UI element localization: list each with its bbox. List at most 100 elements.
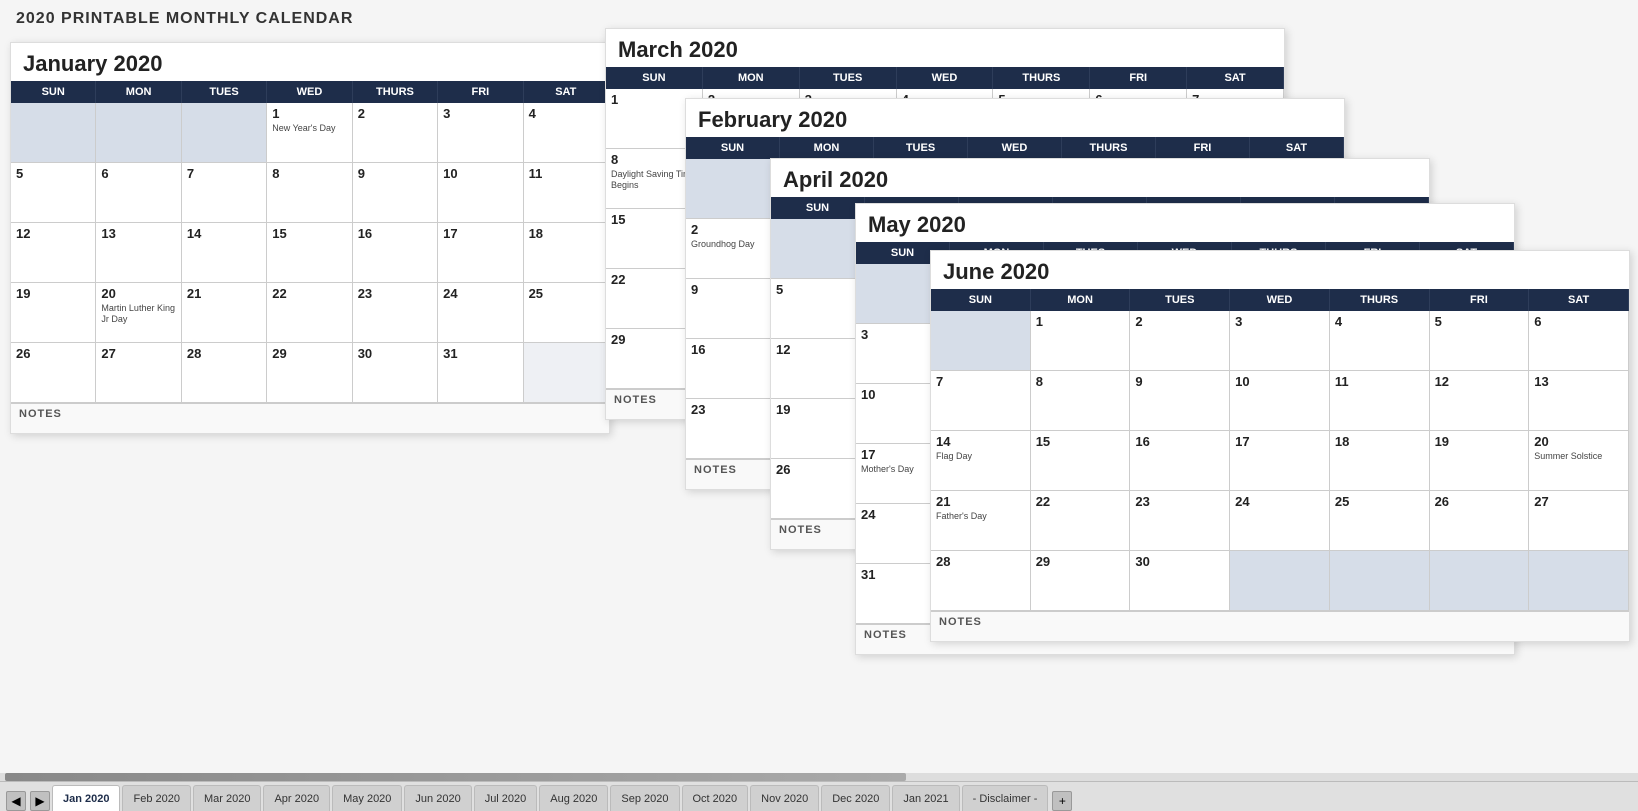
tab-feb-2020[interactable]: Feb 2020 <box>122 785 190 811</box>
scrollbar-thumb[interactable] <box>5 773 906 781</box>
january-grid: 1New Year's Day 2 3 4 5 6 7 8 9 10 11 12… <box>11 103 609 403</box>
table-row: 19 <box>771 399 865 459</box>
table-row: 28 <box>931 551 1031 611</box>
tab-jul-2020[interactable]: Jul 2020 <box>474 785 538 811</box>
table-row: 26 <box>771 459 865 519</box>
table-row: 12 <box>11 223 96 283</box>
table-row: 16 <box>353 223 438 283</box>
table-row: 9 <box>1130 371 1230 431</box>
table-row: 8 <box>267 163 352 223</box>
table-row: 12 <box>1430 371 1530 431</box>
header-sat: SAT <box>524 81 609 103</box>
table-row <box>1230 551 1330 611</box>
table-row: 20Martin Luther King Jr Day <box>96 283 181 343</box>
february-header: SUN MON TUES WED THURS FRI SAT <box>686 137 1344 159</box>
table-row: 20Summer Solstice <box>1529 431 1629 491</box>
table-row: 11 <box>1330 371 1430 431</box>
tab-jan-2021[interactable]: Jan 2021 <box>892 785 959 811</box>
table-row: 21 <box>182 283 267 343</box>
table-row: 19 <box>1430 431 1530 491</box>
table-row: 10 <box>438 163 523 223</box>
table-row: 30 <box>1130 551 1230 611</box>
tab-jun-2020[interactable]: Jun 2020 <box>404 785 471 811</box>
table-row: 29 <box>267 343 352 403</box>
january-calendar: January 2020 SUN MON TUES WED THURS FRI … <box>10 42 610 434</box>
tab-nov-2020[interactable]: Nov 2020 <box>750 785 819 811</box>
header-sun: SUN <box>11 81 96 103</box>
table-row <box>1330 551 1430 611</box>
january-title: January 2020 <box>11 43 609 81</box>
january-notes: NOTES <box>11 403 609 433</box>
table-row: 19 <box>11 283 96 343</box>
table-row: 26 <box>1430 491 1530 551</box>
table-row: 29 <box>1031 551 1131 611</box>
june-grid: 1 2 3 4 5 6 7 8 9 10 11 12 13 14Flag Day… <box>931 311 1629 611</box>
tab-aug-2020[interactable]: Aug 2020 <box>539 785 608 811</box>
tab-jan-2020[interactable]: Jan 2020 <box>52 785 120 811</box>
table-row: 14Flag Day <box>931 431 1031 491</box>
june-title: June 2020 <box>931 251 1629 289</box>
table-row: 2Groundhog Day <box>686 219 780 279</box>
tab-oct-2020[interactable]: Oct 2020 <box>682 785 749 811</box>
tab-nav-left[interactable]: ◀ <box>6 791 26 811</box>
table-row: 2 <box>1130 311 1230 371</box>
table-row: 25 <box>1330 491 1430 551</box>
table-row: 9 <box>353 163 438 223</box>
tab-apr-2020[interactable]: Apr 2020 <box>263 785 330 811</box>
tab-add[interactable]: + <box>1052 791 1072 811</box>
table-row: 10 <box>1230 371 1330 431</box>
table-row: 17 <box>438 223 523 283</box>
table-row <box>771 219 865 279</box>
june-notes: NOTES <box>931 611 1629 641</box>
table-row: 24 <box>438 283 523 343</box>
table-row: 27 <box>96 343 181 403</box>
table-row: 14 <box>182 223 267 283</box>
table-row: 21Father's Day <box>931 491 1031 551</box>
table-row <box>1529 551 1629 611</box>
table-row: 22 <box>267 283 352 343</box>
table-row: 31 <box>438 343 523 403</box>
table-row: 23 <box>1130 491 1230 551</box>
table-row: 23 <box>353 283 438 343</box>
table-row: 23 <box>686 399 780 459</box>
june-header: SUN MON TUES WED THURS FRI SAT <box>931 289 1629 311</box>
table-row: 24 <box>1230 491 1330 551</box>
table-row: 2 <box>353 103 438 163</box>
header-fri: FRI <box>438 81 523 103</box>
tab-nav-right[interactable]: ▶ <box>30 791 50 811</box>
february-title: February 2020 <box>686 99 1344 137</box>
table-row: 16 <box>686 339 780 399</box>
table-row <box>931 311 1031 371</box>
table-row <box>182 103 267 163</box>
tab-may-2020[interactable]: May 2020 <box>332 785 402 811</box>
table-row: 9 <box>686 279 780 339</box>
table-row: 13 <box>1529 371 1629 431</box>
tab-disclaimer[interactable]: - Disclaimer - <box>962 785 1049 811</box>
table-row: 7 <box>182 163 267 223</box>
table-row: 1 <box>1031 311 1131 371</box>
table-row: 5 <box>11 163 96 223</box>
table-row: 3 <box>438 103 523 163</box>
table-row: 16 <box>1130 431 1230 491</box>
table-row: 1New Year's Day <box>267 103 352 163</box>
table-row: 15 <box>267 223 352 283</box>
table-row <box>686 159 780 219</box>
table-row: 13 <box>96 223 181 283</box>
table-row: 22 <box>1031 491 1131 551</box>
june-calendar: June 2020 SUN MON TUES WED THURS FRI SAT… <box>930 250 1630 642</box>
table-row: 12 <box>771 339 865 399</box>
table-row <box>11 103 96 163</box>
may-title: May 2020 <box>856 204 1514 242</box>
tab-dec-2020[interactable]: Dec 2020 <box>821 785 890 811</box>
table-row <box>524 343 609 403</box>
table-row: 4 <box>524 103 609 163</box>
tab-mar-2020[interactable]: Mar 2020 <box>193 785 261 811</box>
table-row: 28 <box>182 343 267 403</box>
table-row: 26 <box>11 343 96 403</box>
table-row: 7 <box>931 371 1031 431</box>
march-title: March 2020 <box>606 29 1284 67</box>
tab-sep-2020[interactable]: Sep 2020 <box>610 785 679 811</box>
table-row: 27 <box>1529 491 1629 551</box>
table-row: 30 <box>353 343 438 403</box>
march-header: SUN MON TUES WED THURS FRI SAT <box>606 67 1284 89</box>
